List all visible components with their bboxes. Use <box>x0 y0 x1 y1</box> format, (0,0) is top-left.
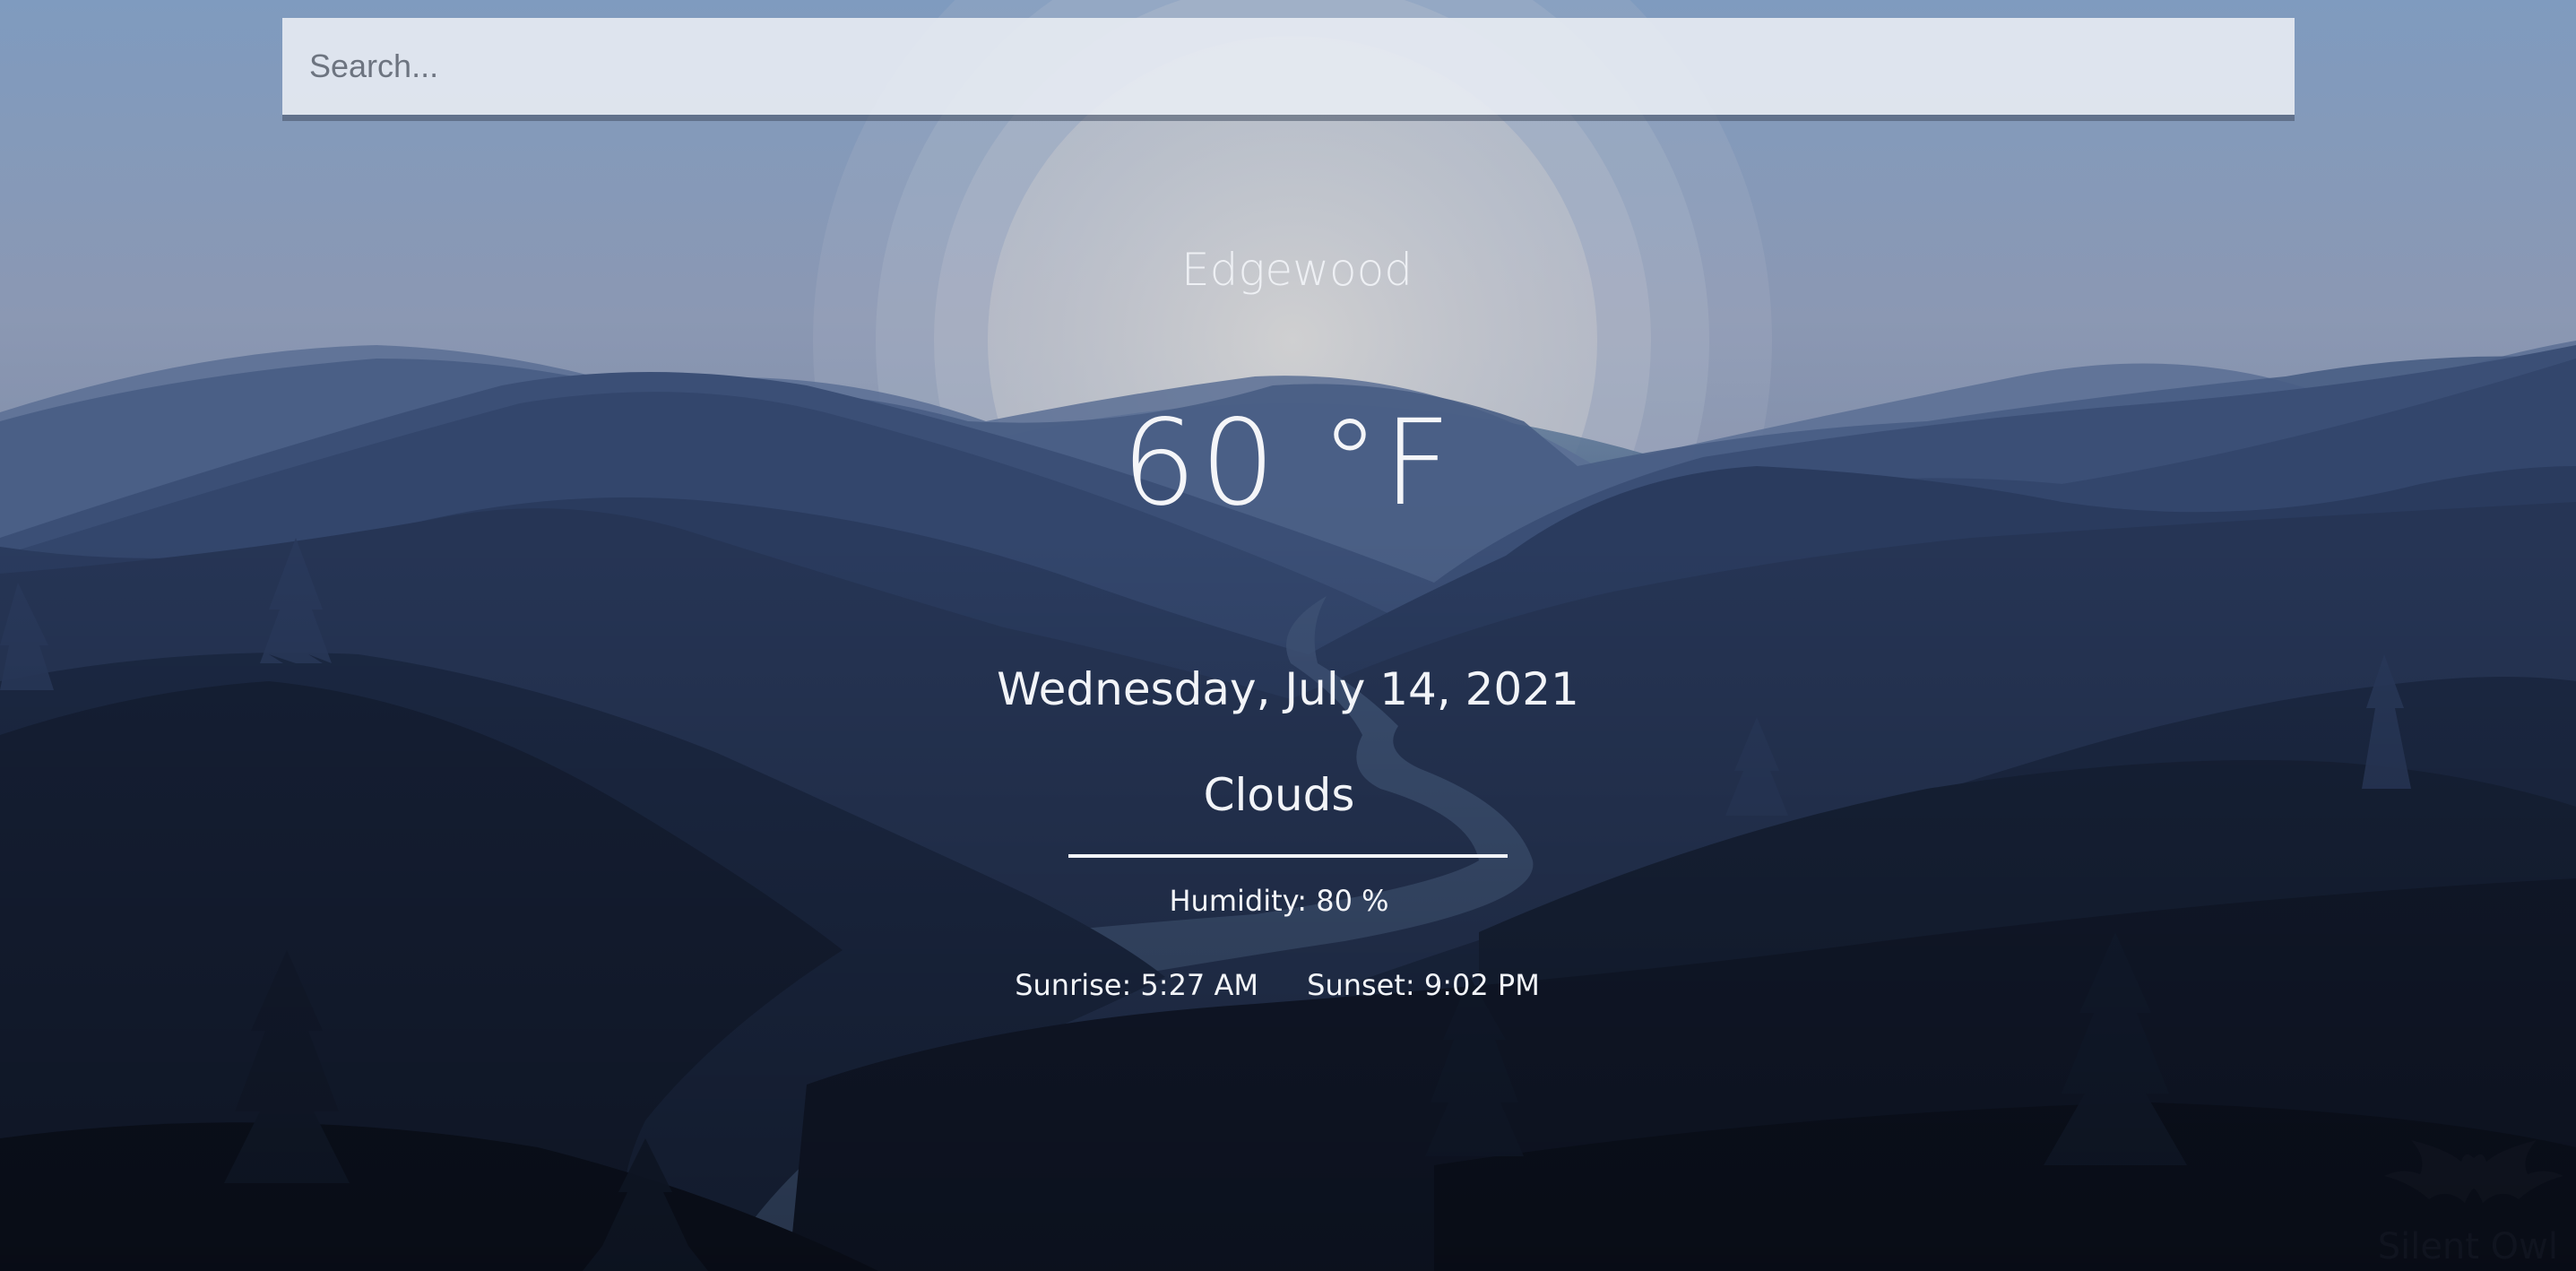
humidity: Humidity: 80 % <box>1169 884 1389 918</box>
sunset: Sunset: 9:02 PM <box>1307 968 1540 1002</box>
mountain-background <box>0 0 2576 1271</box>
search-input[interactable] <box>282 18 2295 115</box>
current-date: Wednesday, July 14, 2021 <box>997 663 1579 715</box>
sunrise: Sunrise: 5:27 AM <box>1015 968 1258 1002</box>
divider <box>1068 854 1508 858</box>
watermark: Silent Owl <box>2377 1226 2558 1267</box>
sun-times: Sunrise: 5:27 AM Sunset: 9:02 PM <box>0 968 2565 1002</box>
temperature: 60 °F <box>1121 394 1455 532</box>
city-name: Edgewood <box>1181 244 1413 296</box>
bat-logo-icon <box>2384 1140 2563 1203</box>
weather-description: Clouds <box>1203 769 1355 821</box>
search-bar[interactable] <box>282 18 2295 115</box>
